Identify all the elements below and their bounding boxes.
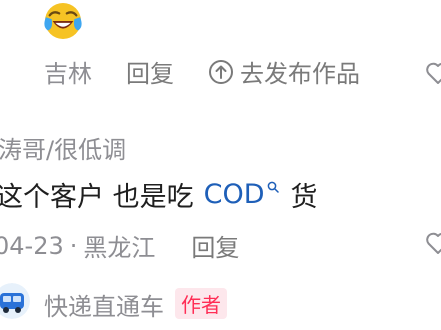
arrow-up-circle-icon bbox=[209, 59, 233, 84]
comment-text: 这个客户 也是吃 COD 货 bbox=[0, 175, 318, 214]
top-comment-meta: 吉林 回复 去发布作品 bbox=[44, 54, 360, 89]
comment-location: 吉林 bbox=[44, 60, 92, 88]
heart-icon[interactable] bbox=[425, 230, 441, 256]
author-name[interactable]: 快递直通车 bbox=[44, 287, 164, 322]
comment-meta: 04-23 · 黑龙江 回复 bbox=[0, 228, 239, 263]
meta-separator: · bbox=[69, 231, 78, 260]
comment-thread: 吉林 回复 去发布作品 涛哥/很低调 这个客户 也是吃 COD 货 04-23 … bbox=[0, 0, 441, 330]
goto-publish-label: 去发布作品 bbox=[240, 60, 360, 88]
goto-publish-button[interactable]: 去发布作品 bbox=[208, 54, 360, 89]
reply-button[interactable]: 回复 bbox=[126, 54, 174, 89]
comment-text-after: 货 bbox=[290, 182, 318, 213]
reply-button[interactable]: 回复 bbox=[191, 228, 239, 263]
comment-username[interactable]: 涛哥/很低调 bbox=[0, 130, 126, 165]
comment-region: 黑龙江 bbox=[83, 234, 156, 262]
heart-icon[interactable] bbox=[425, 60, 441, 86]
avatar[interactable] bbox=[0, 283, 30, 319]
tears-of-joy-emoji bbox=[44, 2, 82, 40]
comment-text-before: 这个客户 也是吃 bbox=[0, 182, 194, 213]
search-link[interactable]: COD bbox=[204, 179, 279, 210]
search-link-text: COD bbox=[203, 179, 265, 210]
search-icon bbox=[267, 181, 279, 193]
comment-date: 04-23 bbox=[0, 231, 64, 260]
author-badge: 作者 bbox=[175, 288, 227, 319]
